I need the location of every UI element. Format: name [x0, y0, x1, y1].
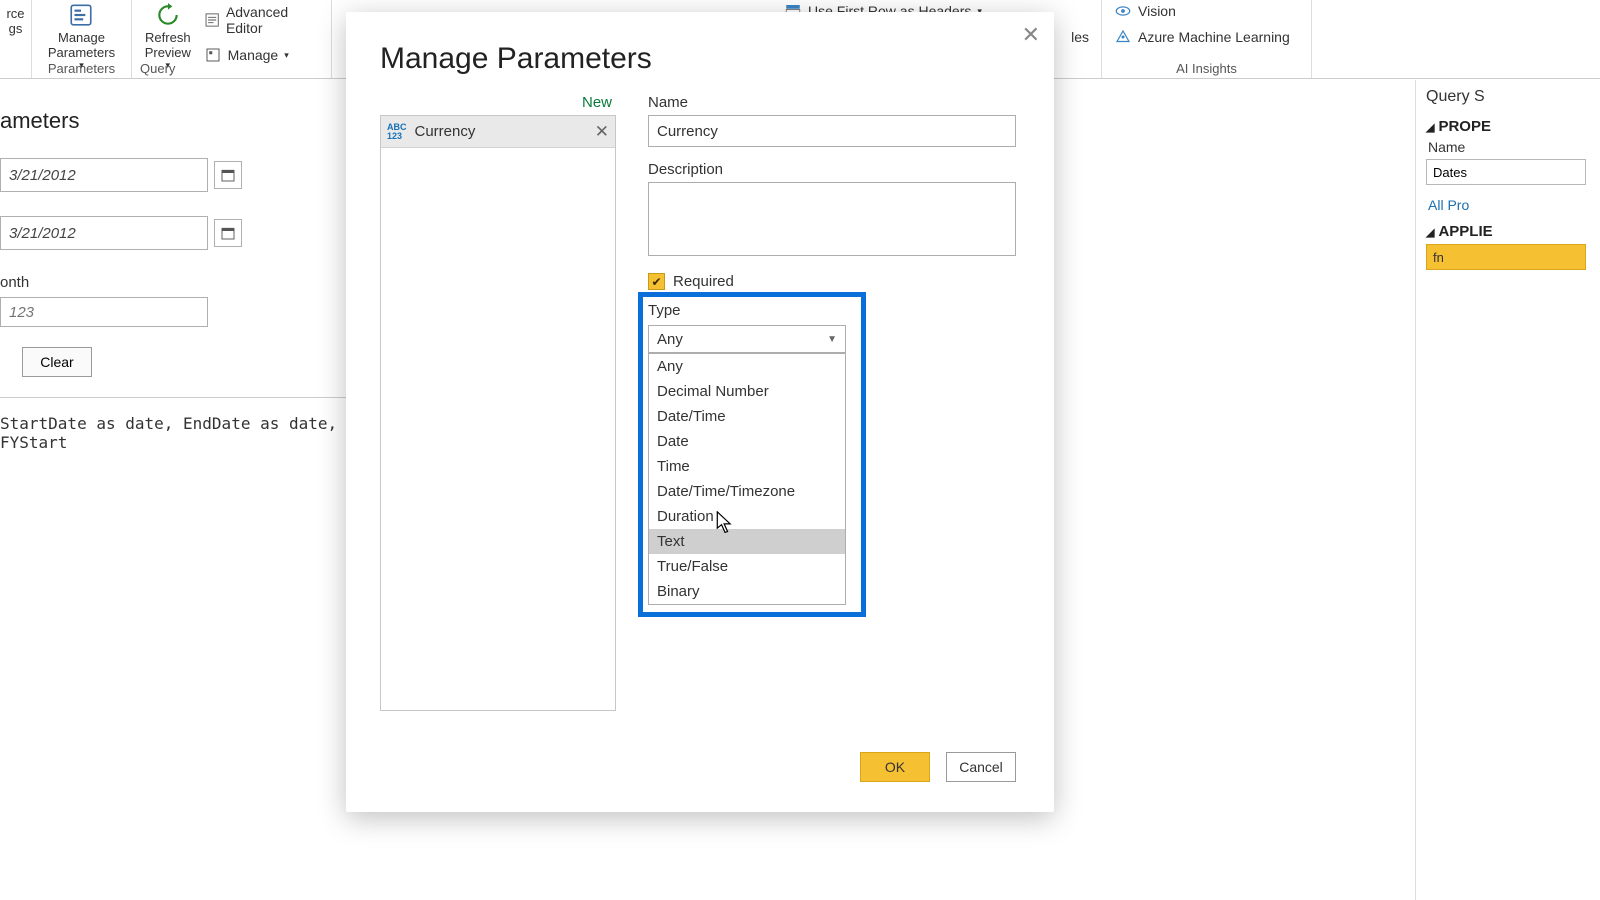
parameter-list: ABC123 Currency ✕: [380, 115, 616, 711]
required-row: ✔ Required: [648, 273, 1016, 290]
manage-button[interactable]: Manage ▾: [200, 44, 323, 66]
type-option[interactable]: Decimal Number: [649, 379, 845, 404]
azure-ml-button[interactable]: Azure Machine Learning: [1110, 26, 1294, 48]
azure-ml-icon: [1114, 28, 1132, 46]
calendar-icon[interactable]: [214, 219, 242, 247]
ribbon-group-query: Refresh Preview ▾ Advanced Editor Manage…: [132, 0, 332, 78]
ribbon-group-source: rce gs: [0, 0, 32, 78]
formula-text: StartDate as date, EndDate as date, FYSt…: [0, 414, 346, 452]
dialog-footer: OK Cancel: [860, 752, 1016, 782]
type-select[interactable]: Any ▼: [648, 325, 846, 353]
parameters-icon: [68, 2, 94, 28]
required-label: Required: [673, 273, 734, 290]
type-option[interactable]: Binary: [649, 579, 845, 604]
type-option[interactable]: Duration: [649, 504, 845, 529]
les-button[interactable]: les: [1067, 26, 1093, 48]
dialog-body: New ABC123 Currency ✕ Name Description ✔…: [346, 94, 1054, 711]
editor-icon: [204, 11, 220, 29]
type-option[interactable]: Any: [649, 354, 845, 379]
calendar-icon[interactable]: [214, 161, 242, 189]
ribbon-group-label-query: Query: [140, 61, 175, 76]
ok-button[interactable]: OK: [860, 752, 930, 782]
advanced-editor-button[interactable]: Advanced Editor: [200, 2, 323, 38]
end-date-field: [0, 216, 346, 250]
description-textarea[interactable]: [648, 182, 1016, 256]
type-option[interactable]: Date/Time: [649, 404, 845, 429]
name-input[interactable]: [648, 115, 1016, 147]
parameter-form: Name Description ✔ Required Type Any ▼ A…: [648, 94, 1016, 711]
delete-parameter-icon[interactable]: ✕: [595, 122, 609, 142]
type-block: Type Any ▼ AnyDecimal NumberDate/TimeDat…: [638, 292, 1016, 615]
dialog-title: Manage Parameters: [380, 42, 1054, 76]
ribbon-group-ai: Vision Azure Machine Learning AI Insight…: [1102, 0, 1312, 78]
type-dropdown: AnyDecimal NumberDate/TimeDateTimeDate/T…: [648, 353, 846, 605]
type-selected-value: Any: [657, 331, 683, 348]
abc123-icon: ABC123: [387, 123, 407, 141]
ribbon-group-parameters: Manage Parameters ▾ Parameters: [32, 0, 132, 78]
chevron-down-icon: ▼: [827, 334, 837, 345]
source-gs-btn[interactable]: rce gs: [6, 0, 24, 36]
parameter-list-column: New ABC123 Currency ✕: [380, 94, 616, 711]
type-option[interactable]: Date/Time/Timezone: [649, 479, 845, 504]
calendar-svg-icon: [220, 225, 236, 241]
manage-parameters-dialog: ✕ Manage Parameters New ABC123 Currency …: [346, 12, 1054, 812]
left-pane-title: ameters: [0, 108, 346, 134]
left-divider: [0, 397, 346, 398]
calendar-svg-icon: [220, 167, 236, 183]
all-properties-link[interactable]: All Pro: [1428, 197, 1600, 213]
required-checkbox[interactable]: ✔: [648, 273, 665, 290]
start-date-field: [0, 158, 346, 192]
end-date-input[interactable]: [0, 216, 208, 250]
new-parameter-link[interactable]: New: [380, 94, 616, 111]
ribbon-group-label-parameters: Parameters: [48, 61, 115, 76]
query-settings-title: Query S: [1426, 88, 1600, 106]
vision-button[interactable]: Vision: [1110, 0, 1180, 22]
cancel-button[interactable]: Cancel: [946, 752, 1016, 782]
query-settings-pane: Query S ◢PROPE Name All Pro ◢APPLIE fn: [1415, 80, 1600, 900]
description-field-label: Description: [648, 161, 1016, 178]
ribbon-group-label-ai: AI Insights: [1102, 61, 1311, 76]
name-field-label: Name: [648, 94, 1016, 111]
type-option[interactable]: True/False: [649, 554, 845, 579]
type-option[interactable]: Time: [649, 454, 845, 479]
properties-section[interactable]: ◢PROPE: [1426, 118, 1600, 135]
left-parameters-pane: ameters onth Clear StartDate as date, En…: [0, 80, 346, 900]
start-date-input[interactable]: [0, 158, 208, 192]
close-icon[interactable]: ✕: [1022, 22, 1040, 48]
name-label: Name: [1428, 139, 1600, 155]
query-name-input[interactable]: [1426, 159, 1586, 185]
month-label: onth: [0, 274, 346, 291]
applied-steps-section[interactable]: ◢APPLIE: [1426, 223, 1600, 240]
vision-icon: [1114, 2, 1132, 20]
type-label: Type: [648, 302, 1006, 319]
refresh-icon: [155, 2, 181, 28]
month-input[interactable]: [0, 297, 208, 327]
parameter-item[interactable]: ABC123 Currency ✕: [381, 116, 615, 148]
clear-button[interactable]: Clear: [22, 347, 92, 377]
type-option[interactable]: Date: [649, 429, 845, 454]
applied-step-item[interactable]: fn: [1426, 244, 1586, 270]
parameter-item-label: Currency: [415, 123, 476, 140]
type-option[interactable]: Text: [649, 529, 845, 554]
manage-icon: [204, 46, 222, 64]
